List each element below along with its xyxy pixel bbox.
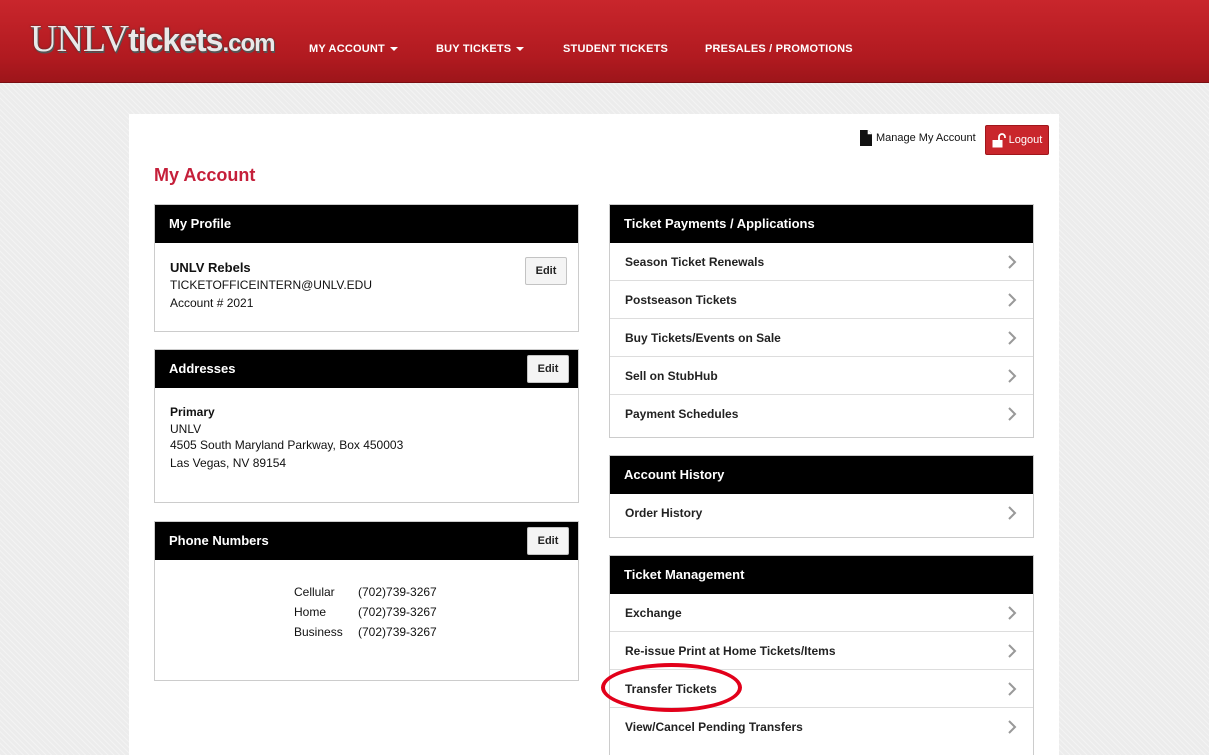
nav-label: BUY TICKETS [436,43,512,55]
caret-down-icon [516,47,525,52]
row-label: Transfer Tickets [625,682,717,696]
edit-label: Edit [537,535,559,547]
edit-label: Edit [535,265,557,277]
caret-down-icon [389,47,398,52]
ticket-payments-heading: Ticket Payments / Applications [624,216,815,231]
phone-number: (702)739-3267 [358,585,437,599]
account-history-card-header: Account History [610,456,1033,494]
chevron-right-icon [1008,506,1017,520]
link-payment-schedules[interactable]: Payment Schedules [610,395,1033,433]
edit-label: Edit [537,363,559,375]
nav-label: MY ACCOUNT [309,43,385,55]
addresses-heading: Addresses [169,361,236,376]
ticket-management-card: Ticket Management Exchange Re-issue Prin… [609,555,1034,755]
profile-heading: My Profile [169,216,232,231]
manage-account-label: Manage My Account [876,132,976,144]
address-line-3: Las Vegas, NV 89154 [170,456,287,470]
link-sell-on-stubhub[interactable]: Sell on StubHub [610,357,1033,395]
link-reissue-print-at-home[interactable]: Re-issue Print at Home Tickets/Items [610,632,1033,670]
row-label: Payment Schedules [625,407,739,421]
logo-text-tickets: tickets [128,22,223,58]
phone-number: (702)739-3267 [358,605,437,619]
addresses-edit-button[interactable]: Edit [527,355,569,383]
link-postseason-tickets[interactable]: Postseason Tickets [610,281,1033,319]
document-icon [860,130,872,146]
ticket-payments-card: Ticket Payments / Applications Season Ti… [609,204,1034,438]
phone-number: (702)739-3267 [358,625,437,639]
top-navigation-bar: UNLVtickets.com MY ACCOUNT BUY TICKETS S… [0,0,1209,83]
address-line-1: UNLV [170,422,202,436]
unlock-icon [992,132,1006,147]
link-order-history[interactable]: Order History [610,494,1033,532]
address-line-2: 4505 South Maryland Parkway, Box 450003 [170,438,404,452]
chevron-right-icon [1008,682,1017,696]
nav-presales-promotions[interactable]: PRESALES / PROMOTIONS [705,43,853,55]
chevron-right-icon [1008,369,1017,383]
row-label: Sell on StubHub [625,369,718,383]
nav-label: STUDENT TICKETS [563,43,669,55]
page-title: My Account [154,165,256,185]
profile-edit-button[interactable]: Edit [525,257,567,285]
ticket-management-card-header: Ticket Management [610,556,1033,594]
profile-card: My Profile UNLV Rebels TICKETOFFICEINTER… [154,204,579,332]
row-label: Season Ticket Renewals [625,255,765,269]
link-transfer-tickets[interactable]: Transfer Tickets [610,670,1033,708]
chevron-right-icon [1008,331,1017,345]
address-type: Primary [170,405,215,419]
chevron-right-icon [1008,644,1017,658]
addresses-card-header: Addresses Edit [155,350,578,388]
profile-card-header: My Profile [155,205,578,243]
logout-label: Logout [1008,134,1043,146]
phone-type: Business [294,625,343,639]
account-history-heading: Account History [624,467,725,482]
logo-text-unlv: UNLV [30,18,129,60]
phone-numbers-heading: Phone Numbers [169,533,269,548]
nav-my-account[interactable]: MY ACCOUNT [309,43,398,55]
chevron-right-icon [1008,293,1017,307]
link-view-cancel-pending-transfers[interactable]: View/Cancel Pending Transfers [610,708,1033,746]
row-label: Postseason Tickets [625,293,737,307]
phone-numbers-card-header: Phone Numbers Edit [155,522,578,560]
link-buy-tickets-events[interactable]: Buy Tickets/Events on Sale [610,319,1033,357]
account-history-card: Account History Order History [609,455,1034,538]
ticket-payments-card-header: Ticket Payments / Applications [610,205,1033,243]
phone-type: Home [294,605,327,619]
chevron-right-icon [1008,255,1017,269]
nav-buy-tickets[interactable]: BUY TICKETS [436,43,525,55]
nav-student-tickets[interactable]: STUDENT TICKETS [563,43,668,55]
row-label: Exchange [625,606,682,620]
phone-numbers-edit-button[interactable]: Edit [527,527,569,555]
logo-text-com: .com [222,30,275,57]
profile-email: TICKETOFFICEINTERN@UNLV.EDU [170,278,372,292]
row-label: Order History [625,506,703,520]
link-season-ticket-renewals[interactable]: Season Ticket Renewals [610,243,1033,281]
chevron-right-icon [1008,407,1017,421]
row-label: Buy Tickets/Events on Sale [625,331,781,345]
site-logo[interactable]: UNLVtickets.com [30,18,275,60]
manage-account-link[interactable]: Manage My Account [860,130,976,146]
phone-type: Cellular [294,585,335,599]
nav-label: PRESALES / PROMOTIONS [705,43,853,55]
chevron-right-icon [1008,606,1017,620]
link-exchange[interactable]: Exchange [610,594,1033,632]
row-label: Re-issue Print at Home Tickets/Items [625,644,836,658]
chevron-right-icon [1008,720,1017,734]
phone-numbers-card: Phone Numbers Edit Cellular (702)739-326… [154,521,579,681]
addresses-card: Addresses Edit Primary UNLV 4505 South M… [154,349,579,503]
ticket-management-heading: Ticket Management [624,567,745,582]
logout-button[interactable]: Logout [985,125,1049,155]
row-label: View/Cancel Pending Transfers [625,720,803,734]
profile-account-number: Account # 2021 [170,296,254,310]
profile-name: UNLV Rebels [170,260,251,275]
